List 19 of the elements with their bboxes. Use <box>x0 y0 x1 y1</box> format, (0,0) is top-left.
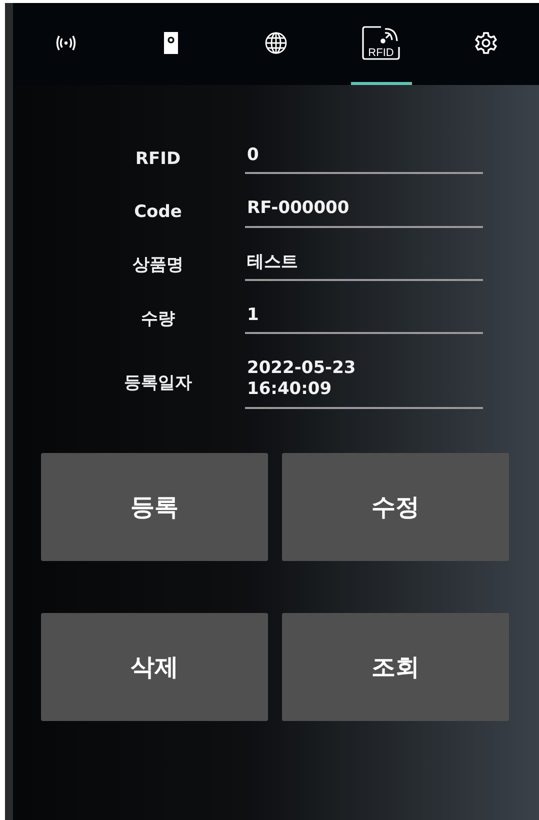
field-label: 상품명 <box>132 254 184 278</box>
device-icon <box>164 32 178 54</box>
input-field[interactable]: 2022-05-23 16:40:09 <box>245 358 483 408</box>
field-label: 등록일자 <box>123 372 193 394</box>
action-button[interactable]: 수정 <box>282 452 509 560</box>
field-label: 수량 <box>140 308 176 331</box>
action-button[interactable]: 조회 <box>282 612 509 720</box>
settings-icon <box>474 30 498 54</box>
input-field[interactable]: RF-000000 <box>245 198 483 228</box>
input-field[interactable]: 테스트 <box>245 252 483 281</box>
input-field[interactable]: 0 <box>245 145 483 174</box>
signal-icon <box>54 34 77 50</box>
field-label: Code <box>133 201 183 224</box>
input-field[interactable]: 1 <box>245 304 483 334</box>
field-label: RFID <box>134 148 182 171</box>
tab[interactable]: RFID <box>350 3 412 85</box>
action-button[interactable]: 삭제 <box>41 612 268 720</box>
action-button[interactable]: 등록 <box>41 452 268 560</box>
globe-icon <box>265 32 287 54</box>
